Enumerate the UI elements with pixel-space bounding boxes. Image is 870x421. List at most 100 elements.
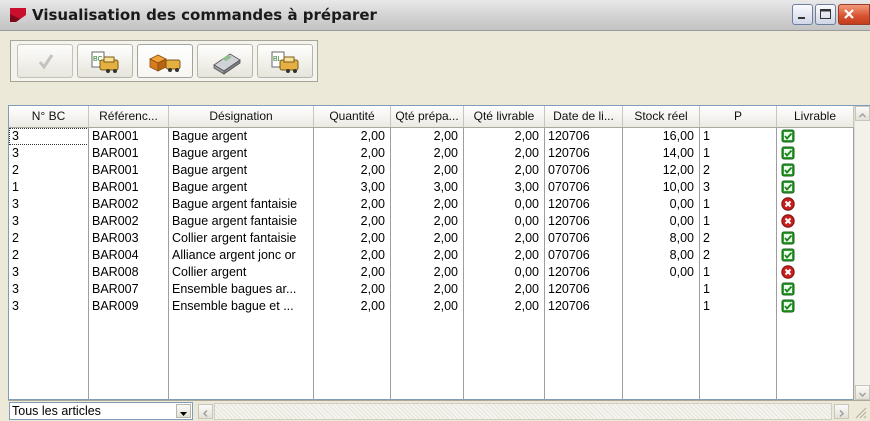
cell-qte-prepa[interactable]: 2,00 [391, 213, 464, 230]
col-header-qte-livrable[interactable]: Qté livrable [464, 106, 545, 127]
cell-nbc[interactable]: 3 [9, 298, 89, 315]
cell-livrable[interactable] [777, 179, 854, 196]
cell-date[interactable]: 120706 [545, 145, 623, 162]
cell-reference[interactable]: BAR001 [89, 145, 169, 162]
cell-qte-prepa[interactable]: 2,00 [391, 230, 464, 247]
table-row[interactable]: 3 BAR001 Bague argent 2,00 2,00 2,00 120706 16,… [9, 128, 854, 145]
cell-quantite[interactable]: 2,00 [314, 162, 391, 179]
cell-p[interactable]: 1 [700, 145, 777, 162]
cell-designation[interactable]: Ensemble bagues ar... [169, 281, 314, 298]
cell-stock[interactable] [623, 281, 700, 298]
cell-reference[interactable]: BAR001 [89, 128, 169, 145]
dropdown-button[interactable] [176, 404, 191, 418]
cell-nbc[interactable]: 1 [9, 179, 89, 196]
cell-qte-prepa[interactable]: 2,00 [391, 298, 464, 315]
cell-quantite[interactable]: 2,00 [314, 247, 391, 264]
cell-nbc[interactable]: 3 [9, 196, 89, 213]
cell-nbc[interactable]: 2 [9, 162, 89, 179]
cell-date[interactable]: 120706 [545, 281, 623, 298]
scroll-up-button[interactable] [855, 106, 870, 121]
cell-livrable[interactable] [777, 128, 854, 145]
article-filter-select[interactable]: Tous les articles [9, 402, 193, 420]
cell-designation[interactable]: Bague argent fantaisie [169, 196, 314, 213]
cell-qte-livrable[interactable]: 2,00 [464, 281, 545, 298]
cell-date[interactable]: 120706 [545, 298, 623, 315]
scroll-down-button[interactable] [855, 385, 870, 400]
print-bl-button[interactable]: BL [257, 44, 313, 78]
cell-nbc[interactable]: 3 [9, 281, 89, 298]
col-header-quantite[interactable]: Quantité [314, 106, 391, 127]
cell-stock[interactable]: 10,00 [623, 179, 700, 196]
cell-p[interactable]: 3 [700, 179, 777, 196]
cell-stock[interactable]: 0,00 [623, 213, 700, 230]
cell-reference[interactable]: BAR008 [89, 264, 169, 281]
cell-nbc[interactable]: 3 [9, 213, 89, 230]
cell-qte-prepa[interactable]: 2,00 [391, 196, 464, 213]
cell-designation[interactable]: Bague argent fantaisie [169, 213, 314, 230]
cell-reference[interactable]: BAR004 [89, 247, 169, 264]
scroll-left-button[interactable] [198, 404, 213, 419]
col-header-stock[interactable]: Stock réel [623, 106, 700, 127]
table-row[interactable]: 1 BAR001 Bague argent 3,00 3,00 3,00 070706 10,… [9, 179, 854, 196]
cell-stock[interactable]: 14,00 [623, 145, 700, 162]
cell-reference[interactable]: BAR001 [89, 162, 169, 179]
cell-designation[interactable]: Bague argent [169, 162, 314, 179]
cell-livrable[interactable] [777, 162, 854, 179]
cell-qte-livrable[interactable]: 2,00 [464, 162, 545, 179]
cell-livrable[interactable] [777, 247, 854, 264]
cell-designation[interactable]: Collier argent [169, 264, 314, 281]
cell-qte-livrable[interactable]: 2,00 [464, 145, 545, 162]
cell-quantite[interactable]: 2,00 [314, 298, 391, 315]
cell-p[interactable]: 1 [700, 128, 777, 145]
cell-qte-livrable[interactable]: 2,00 [464, 247, 545, 264]
cell-p[interactable]: 2 [700, 247, 777, 264]
cell-p[interactable]: 1 [700, 281, 777, 298]
boxes-button[interactable] [137, 44, 193, 78]
cell-qte-prepa[interactable]: 2,00 [391, 162, 464, 179]
table-row[interactable]: 3 BAR009 Ensemble bague et ... 2,00 2,00 2,00… [9, 298, 854, 315]
title-bar[interactable]: Visualisation des commandes à préparer [0, 0, 870, 31]
cell-designation[interactable]: Collier argent fantaisie [169, 230, 314, 247]
cell-date[interactable]: 120706 [545, 196, 623, 213]
cell-p[interactable]: 1 [700, 213, 777, 230]
cell-date[interactable]: 070706 [545, 230, 623, 247]
cell-nbc[interactable]: 3 [9, 145, 89, 162]
cell-nbc[interactable]: 2 [9, 230, 89, 247]
cell-designation[interactable]: Bague argent [169, 128, 314, 145]
close-button[interactable] [838, 4, 870, 25]
cell-stock[interactable]: 8,00 [623, 230, 700, 247]
cell-stock[interactable]: 0,00 [623, 196, 700, 213]
cell-qte-livrable[interactable]: 0,00 [464, 264, 545, 281]
cell-livrable[interactable] [777, 264, 854, 281]
cell-quantite[interactable]: 2,00 [314, 145, 391, 162]
cell-livrable[interactable] [777, 281, 854, 298]
cell-qte-livrable[interactable]: 2,00 [464, 128, 545, 145]
cell-nbc[interactable]: 2 [9, 247, 89, 264]
cell-livrable[interactable] [777, 298, 854, 315]
cell-stock[interactable] [623, 298, 700, 315]
cell-quantite[interactable]: 2,00 [314, 264, 391, 281]
col-header-date[interactable]: Date de li... [545, 106, 623, 127]
table-row[interactable]: 2 BAR001 Bague argent 2,00 2,00 2,00 070706 12,… [9, 162, 854, 179]
cell-date[interactable]: 120706 [545, 213, 623, 230]
table-row[interactable]: 2 BAR004 Alliance argent jonc or 2,00 2,00 2,… [9, 247, 854, 264]
cell-date[interactable]: 120706 [545, 264, 623, 281]
cell-qte-livrable[interactable]: 2,00 [464, 298, 545, 315]
scroll-right-button[interactable] [834, 404, 849, 419]
orders-grid[interactable]: N° BC Référenc... Désignation Quantité Q… [8, 105, 870, 400]
cell-stock[interactable]: 8,00 [623, 247, 700, 264]
cell-quantite[interactable]: 2,00 [314, 128, 391, 145]
cell-stock[interactable]: 16,00 [623, 128, 700, 145]
cell-qte-prepa[interactable]: 2,00 [391, 128, 464, 145]
cell-quantite[interactable]: 2,00 [314, 281, 391, 298]
cell-date[interactable]: 070706 [545, 247, 623, 264]
table-row[interactable]: 3 BAR001 Bague argent 2,00 2,00 2,00 120706 14,… [9, 145, 854, 162]
col-header-reference[interactable]: Référenc... [89, 106, 169, 127]
cell-qte-livrable[interactable]: 2,00 [464, 230, 545, 247]
minimize-button[interactable] [792, 4, 813, 25]
table-row[interactable]: 2 BAR003 Collier argent fantaisie 2,00 2,00 2… [9, 230, 854, 247]
col-header-livrable[interactable]: Livrable [777, 106, 854, 127]
vertical-scrollbar[interactable] [854, 106, 870, 400]
cell-livrable[interactable] [777, 213, 854, 230]
cell-quantite[interactable]: 2,00 [314, 230, 391, 247]
